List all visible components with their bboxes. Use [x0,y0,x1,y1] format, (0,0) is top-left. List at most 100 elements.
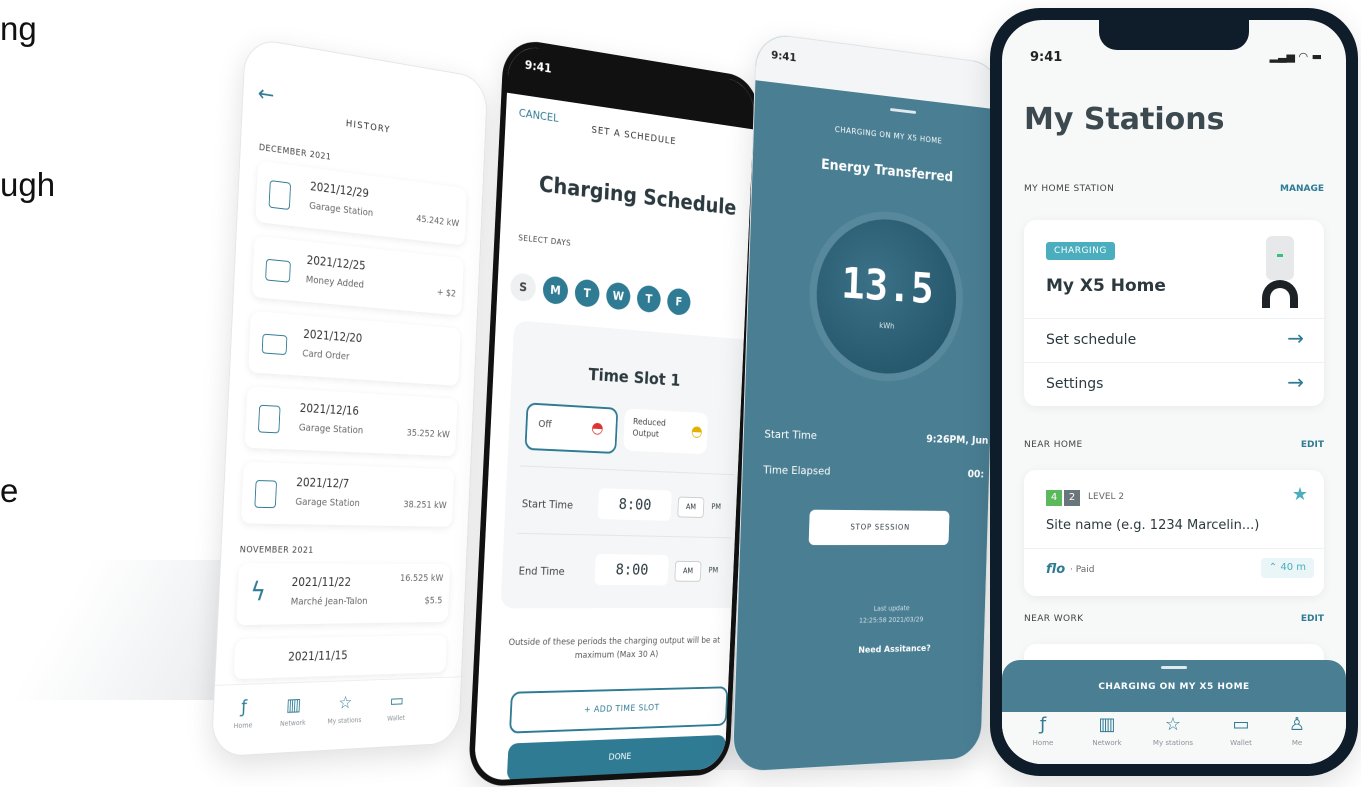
end-time-value[interactable]: 8:00 [594,553,669,586]
start-time-value[interactable]: 8:00 [597,488,672,521]
need-assistance-link[interactable]: Need Assitance? [801,643,983,658]
available-count: 4 [1046,490,1062,506]
gauge-off-icon: ◓ [590,417,604,437]
station-card[interactable]: 4 2 LEVEL 2 ★ Site name (e.g. 1234 Marce… [1024,470,1324,596]
nav-network[interactable]: ▥ Network [1080,714,1134,747]
home-station-name: My X5 Home [1046,276,1166,296]
nav-label: My stations [1152,739,1194,747]
distance-value: 40 m [1280,562,1306,573]
start-pm-toggle[interactable]: PM [705,497,727,516]
mode-off[interactable]: Off ◓ [524,402,619,454]
total-count: 2 [1064,490,1080,506]
manage-link[interactable]: MANAGE [1280,184,1324,194]
nav-my-stations[interactable]: ☆ My stations [321,692,368,726]
history-item-3[interactable]: 2021/12/20 Card Order [248,310,461,386]
charger-icon [268,180,292,211]
phone-notch [1099,20,1249,50]
flo-logo-icon: ƒ [240,696,248,718]
site-name: Site name (e.g. 1234 Marcelin...) [1046,518,1260,533]
settings-item[interactable]: Settings [1046,376,1103,392]
time-slot-card: Time Slot 1 Off ◓ Reduced Output ◓ Start… [500,320,752,609]
arrow-right-icon[interactable]: → [1287,326,1304,350]
nav-label: Home [1032,739,1054,747]
phone-schedule: 9:41 CANCEL SET A SCHEDULE Charging Sche… [467,36,761,787]
history-item-1[interactable]: 2021/12/29 Garage Station 45.242 kW [255,160,467,246]
section-december: DECEMBER 2021 [258,142,332,163]
last-update-label: Last update [873,604,910,613]
history-title-text: Garage Station [295,496,361,510]
history-item-6[interactable]: ϟ 2021/11/22 Marché Jean-Talon 16.525 kW… [236,563,451,626]
level-label: LEVEL 2 [1088,492,1125,502]
nav-label: Wallet [387,714,406,723]
mode-off-label: Off [538,418,552,431]
add-time-slot-button[interactable]: + ADD TIME SLOT [509,686,729,734]
nav-home[interactable]: ƒ Home [1016,714,1070,747]
energy-gauge: 13.5 kWh [814,213,959,377]
back-arrow-icon[interactable]: ← [257,81,275,108]
near-work-label: NEAR WORK [1024,614,1084,624]
mode-reduced[interactable]: Reduced Output ◓ [623,408,709,455]
nav-wallet[interactable]: ▭ Wallet [374,690,420,723]
start-time-value: 9:26PM, Jun [926,432,989,447]
done-button[interactable]: DONE [506,734,727,782]
nav-my-stations[interactable]: ☆ My stations [1146,714,1200,747]
near-home-edit-link[interactable]: EDIT [1301,440,1324,450]
near-work-edit-link[interactable]: EDIT [1301,614,1324,624]
energy-header: CHARGING ON MY X5 HOME [834,124,943,146]
history-title-text: Card Order [302,348,350,363]
direction-icon: ⌃ [1268,562,1281,573]
schedule-note: Outside of these periods the charging ou… [508,636,721,661]
charging-bar[interactable]: CHARGING ON MY X5 HOME [1002,660,1346,712]
start-time-label: Start Time [764,427,818,442]
end-pm-toggle[interactable]: PM [702,561,724,580]
status-badge: CHARGING [1046,242,1115,260]
favorite-star-icon[interactable]: ★ [1292,484,1308,505]
star-icon: ☆ [338,692,353,714]
history-date: 2021/12/25 [306,253,366,273]
charger-image [1258,236,1302,308]
charging-bar-label: CHARGING ON MY X5 HOME [1098,682,1250,692]
history-item-4[interactable]: 2021/12/16 Garage Station 35.252 kW [244,386,458,457]
history-title-text: Money Added [305,274,365,291]
set-schedule-item[interactable]: Set schedule [1046,332,1136,348]
wallet-icon: ▭ [389,690,405,712]
page-title: My Stations [1024,102,1225,137]
energy-value: 13.5 [840,258,935,314]
side-text-2: ugh [0,166,56,203]
history-amount: 16.525 kW [399,573,444,584]
arrow-right-icon[interactable]: → [1287,370,1304,394]
nav-label: Home [233,721,253,731]
history-item-2[interactable]: 2021/12/25 Money Added + $2 [251,235,464,316]
side-text-1: ng [0,10,37,47]
last-update-time: 12:25:58 2021/03/29 [858,615,924,625]
wallet-icon [265,258,291,283]
phone-history: ← HISTORY DECEMBER 2021 2021/12/29 Garag… [210,36,489,758]
history-item-5[interactable]: 2021/12/7 Garage Station 38.251 kW [240,461,455,527]
nav-home[interactable]: ƒ Home [218,696,268,731]
history-title-text: Garage Station [298,422,364,437]
history-item-7[interactable]: 2021/11/15 [233,634,448,680]
stop-session-button[interactable]: STOP SESSION [808,509,950,546]
nav-label: Network [279,718,306,728]
history-amount: 45.242 kW [416,213,460,230]
start-am-toggle[interactable]: AM [677,496,705,519]
lightning-icon: ϟ [249,577,267,608]
status-icons: ▂▃▅ ◠ ▬ [1269,50,1322,63]
nav-network[interactable]: ▥ Network [269,694,318,729]
history-title: HISTORY [345,118,391,136]
slot-title: Time Slot 1 [588,365,681,391]
nav-label: Me [1291,739,1303,747]
nav-label: Wallet [1230,739,1252,747]
gauge-reduced-icon: ◓ [690,421,703,441]
history-amount-2: $5.5 [424,595,443,607]
charger-icon [254,479,278,509]
map-icon: ▥ [1098,714,1116,735]
nav-wallet[interactable]: ▭ Wallet [1214,714,1268,747]
end-am-toggle[interactable]: AM [674,560,702,582]
nav-me[interactable]: ♙ Me [1270,714,1324,747]
energy-title: Energy Transferred [820,156,954,186]
sheet-handle [890,108,917,114]
energy-unit: kWh [878,321,895,331]
history-date: 2021/12/16 [299,401,360,418]
flo-logo: flo [1046,562,1066,577]
